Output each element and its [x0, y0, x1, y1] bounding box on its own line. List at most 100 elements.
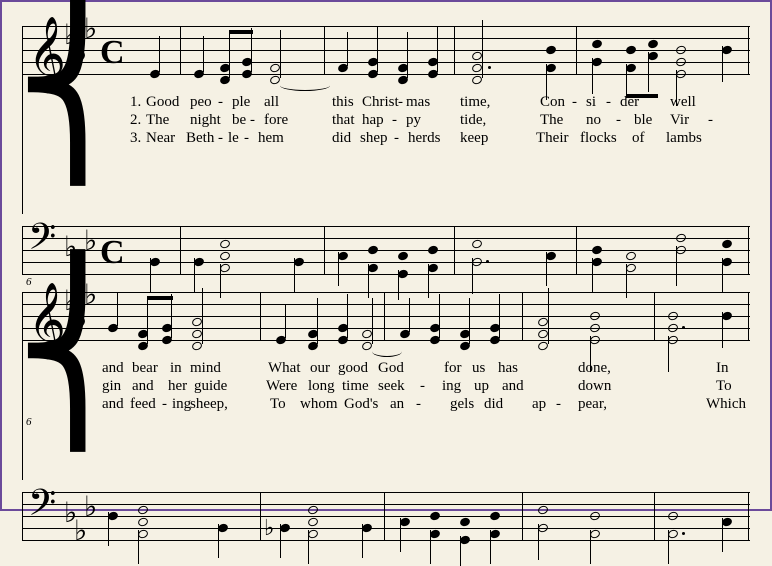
lyric-syllable: down — [578, 378, 611, 395]
lyric-syllable: and — [502, 378, 524, 395]
measure-number: 6 — [26, 416, 32, 428]
stem — [722, 518, 723, 552]
stem — [338, 252, 339, 286]
stem — [377, 26, 378, 72]
lyric-syllable: Their — [536, 130, 568, 147]
lyric-syllable: God's — [344, 396, 378, 413]
stem — [538, 524, 539, 560]
lyric-syllable: Were — [266, 378, 297, 395]
lyric-syllable: - — [398, 94, 403, 111]
lyric-syllable: 1. — [130, 94, 141, 111]
stem — [362, 524, 363, 558]
lyric-syllable: - — [162, 396, 167, 413]
lyric-syllable: - — [616, 112, 621, 129]
lyric-syllable: Good — [146, 94, 179, 111]
stem — [400, 518, 401, 552]
barline — [748, 492, 749, 540]
barline — [454, 226, 455, 274]
lyric-syllable: an — [390, 396, 404, 413]
stem — [469, 298, 470, 344]
barline — [522, 492, 523, 540]
stem — [648, 52, 649, 92]
barline — [748, 26, 749, 74]
treble-staff-2: 𝄞 ♭ ♭ ♭ — [22, 282, 750, 342]
lyric-syllable: - — [218, 94, 223, 111]
stem — [108, 512, 109, 546]
lyric-syllable: no — [586, 112, 601, 129]
stem — [147, 298, 148, 344]
stem — [409, 298, 410, 332]
stem — [626, 64, 627, 96]
barline — [22, 492, 23, 540]
lyric-syllable: did — [332, 130, 351, 147]
lyric-syllable: - — [420, 378, 425, 395]
barline — [260, 492, 261, 540]
lyric-syllable: did — [484, 396, 503, 413]
lyric-syllable: To — [716, 378, 732, 395]
bass-staff-2: 𝄢 ♭ ♭ ♭ ♭ — [22, 482, 750, 542]
lyric-syllable: What — [268, 360, 300, 377]
lyric-syllable: der — [620, 94, 639, 111]
lyric-syllable: sheep, — [190, 396, 228, 413]
lyric-syllable: Christ — [362, 94, 399, 111]
lyric-syllable: in — [170, 360, 182, 377]
stem — [347, 294, 348, 338]
lyric-syllable: done, — [578, 360, 611, 377]
staff-lines — [22, 16, 750, 76]
stem — [546, 252, 547, 286]
lyric-syllable: Beth — [186, 130, 214, 147]
lyric-syllable: Near — [146, 130, 175, 147]
lyric-syllable: mas — [406, 94, 430, 111]
lyric-syllable: keep — [460, 130, 488, 147]
barline — [180, 226, 181, 274]
lyric-syllable: In — [716, 360, 729, 377]
stem — [138, 530, 139, 564]
time-signature: C — [100, 46, 125, 60]
stem — [308, 530, 309, 564]
barline — [576, 26, 577, 74]
lyric-syllable: lambs — [666, 130, 702, 147]
lyric-syllable: - — [244, 130, 249, 147]
lyric-syllable: for — [444, 360, 462, 377]
lyric-syllable: - — [394, 130, 399, 147]
stem — [159, 36, 160, 72]
stem — [439, 294, 440, 338]
lyric-syllable: long — [308, 378, 335, 395]
barline — [384, 492, 385, 540]
lyric-syllable: that — [332, 112, 355, 129]
stem — [482, 20, 483, 78]
stem — [347, 32, 348, 66]
stem — [317, 298, 318, 344]
lyric-syllable: be — [232, 112, 246, 129]
tie — [280, 80, 330, 91]
stem — [499, 294, 500, 338]
lyric-syllable: fore — [264, 112, 288, 129]
lyric-syllable: gin — [102, 378, 121, 395]
barline — [748, 226, 749, 274]
system-barline — [22, 292, 23, 480]
lyric-syllable: - — [392, 112, 397, 129]
barline — [180, 26, 181, 74]
stem — [676, 246, 677, 286]
lyric-syllable: bear — [132, 360, 158, 377]
lyric-syllable: and — [132, 378, 154, 395]
barline — [384, 292, 385, 340]
lyric-syllable: The — [540, 112, 563, 129]
stem — [490, 530, 491, 564]
stem — [548, 288, 549, 344]
barline — [654, 292, 655, 340]
lyric-syllable: gels — [450, 396, 474, 413]
beam — [147, 296, 173, 300]
lyric-syllable: of — [632, 130, 645, 147]
barline — [260, 292, 261, 340]
barline — [748, 292, 749, 340]
lyric-syllable: this — [332, 94, 354, 111]
lyric-syllable: us — [472, 360, 485, 377]
lyric-syllable: well — [670, 94, 696, 111]
tie — [372, 346, 402, 357]
stem — [229, 32, 230, 78]
lyric-syllable: si — [586, 94, 596, 111]
stem — [280, 30, 281, 78]
lyric-syllable: feed — [130, 396, 156, 413]
stem — [171, 294, 172, 338]
